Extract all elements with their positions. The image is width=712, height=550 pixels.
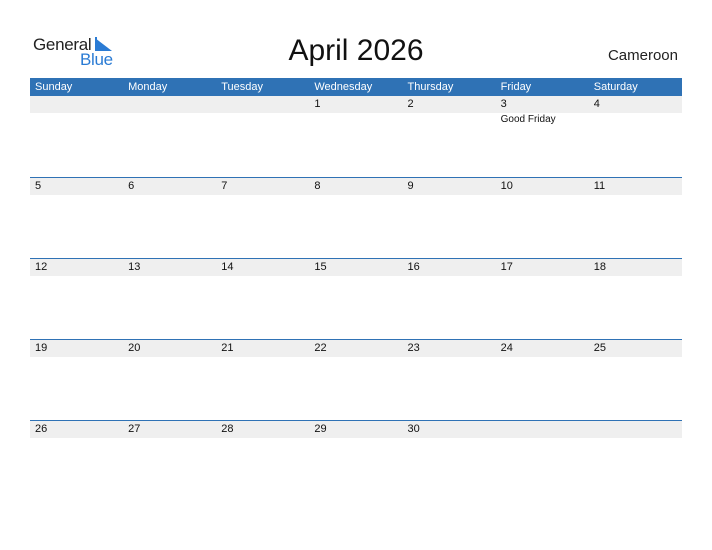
date-strip: 12 13 14 15 16 17 18 (30, 259, 682, 276)
day-event (496, 276, 589, 277)
events-row: Good Friday (30, 113, 682, 125)
day-number (589, 421, 682, 438)
day-event (496, 357, 589, 358)
day-number: 22 (314, 342, 327, 354)
day-event (216, 276, 309, 277)
day-number: 18 (593, 261, 606, 273)
day-number: 19 (35, 342, 48, 354)
day-event (30, 113, 123, 125)
day-event (216, 357, 309, 358)
day-number: 2 (407, 98, 414, 110)
weekday-thursday: Thursday (407, 81, 454, 93)
day-number: 14 (221, 261, 234, 273)
day-event (309, 357, 402, 358)
day-number: 27 (128, 423, 141, 435)
day-event (589, 276, 682, 277)
day-event (496, 438, 589, 439)
day-number: 8 (314, 180, 321, 192)
date-strip: 26 27 28 29 30 (30, 421, 682, 438)
day-number: 29 (314, 423, 327, 435)
week-row: 12 13 14 15 16 17 18 (30, 258, 682, 339)
day-event (30, 357, 123, 358)
day-event (123, 276, 216, 277)
day-event (589, 195, 682, 196)
day-event (403, 113, 496, 125)
events-row (30, 357, 682, 358)
events-row (30, 276, 682, 277)
day-event (123, 195, 216, 196)
day-event (403, 438, 496, 439)
day-number: 12 (35, 261, 48, 273)
week-row: 26 27 28 29 30 (30, 420, 682, 501)
day-number: 25 (593, 342, 606, 354)
day-event (309, 438, 402, 439)
day-event (30, 276, 123, 277)
calendar-grid: Sunday Monday Tuesday Wednesday Thursday… (30, 78, 682, 501)
events-row (30, 195, 682, 196)
events-row (30, 438, 682, 439)
day-event (309, 276, 402, 277)
day-event (216, 113, 309, 125)
day-number: 13 (128, 261, 141, 273)
day-number: 15 (314, 261, 327, 273)
day-number: 6 (128, 180, 135, 192)
day-number: 26 (35, 423, 48, 435)
day-number: 10 (500, 180, 513, 192)
calendar-title: April 2026 (288, 34, 424, 67)
day-number (496, 421, 589, 438)
day-event (123, 438, 216, 439)
day-event (309, 113, 402, 125)
day-event (123, 113, 216, 125)
weekday-sunday: Sunday (35, 81, 73, 93)
day-number: 17 (500, 261, 513, 273)
day-event (123, 357, 216, 358)
date-strip: 19 20 21 22 23 24 25 (30, 340, 682, 357)
day-number: 9 (407, 180, 414, 192)
day-number: 30 (407, 423, 420, 435)
day-number: 5 (35, 180, 42, 192)
day-event (30, 195, 123, 196)
day-event (589, 113, 682, 125)
day-event (496, 195, 589, 196)
weekday-wednesday: Wednesday (314, 81, 373, 93)
day-number: 21 (221, 342, 234, 354)
day-event (30, 438, 123, 439)
week-row: 19 20 21 22 23 24 25 (30, 339, 682, 420)
day-event (403, 276, 496, 277)
day-event (589, 438, 682, 439)
week-row: 1 2 3 4 Good Friday (30, 96, 682, 177)
day-event (216, 438, 309, 439)
weekday-header: Sunday Monday Tuesday Wednesday Thursday… (30, 78, 682, 96)
day-number: 16 (407, 261, 420, 273)
country-label: Cameroon (607, 47, 678, 64)
day-event (216, 195, 309, 196)
date-strip: 1 2 3 4 (30, 96, 682, 113)
day-event (589, 357, 682, 358)
day-event (309, 195, 402, 196)
day-number (30, 96, 123, 113)
weekday-tuesday: Tuesday (221, 81, 264, 93)
week-row: 5 6 7 8 9 10 11 (30, 177, 682, 258)
day-event (403, 195, 496, 196)
day-number: 24 (500, 342, 513, 354)
day-event: Good Friday (500, 114, 556, 125)
weekday-saturday: Saturday (593, 81, 638, 93)
day-number: 20 (128, 342, 141, 354)
day-number: 4 (593, 98, 600, 110)
weekday-friday: Friday (500, 81, 532, 93)
date-strip: 5 6 7 8 9 10 11 (30, 178, 682, 195)
day-number: 3 (500, 98, 507, 110)
weekday-monday: Monday (128, 81, 168, 93)
weeks-container: 1 2 3 4 Good Friday 5 6 7 8 9 10 11 12 13 14 15 16 17 18 19… (30, 96, 682, 501)
day-number: 23 (407, 342, 420, 354)
day-number: 7 (221, 180, 228, 192)
day-event (403, 357, 496, 358)
day-number (216, 96, 309, 113)
day-number: 11 (593, 180, 606, 192)
day-number (123, 96, 216, 113)
day-number: 1 (314, 98, 321, 110)
day-number: 28 (221, 423, 234, 435)
